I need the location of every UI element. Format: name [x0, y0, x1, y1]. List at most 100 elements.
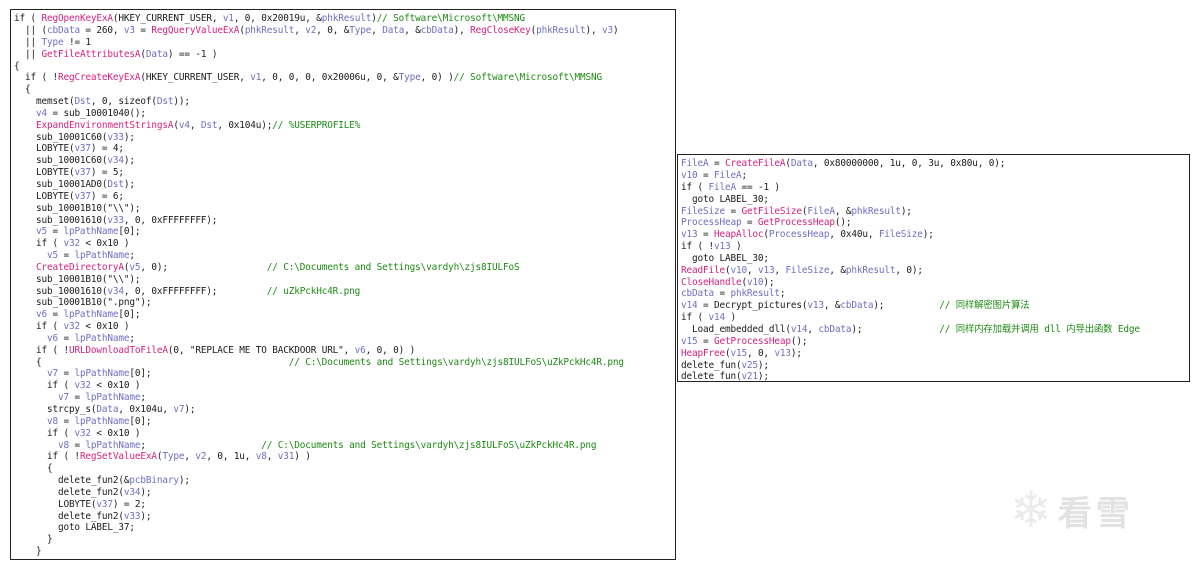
- code-token: );: [763, 276, 775, 288]
- code-line: sub_10001AD0(Dst);: [14, 179, 675, 191]
- variable-token: v13: [681, 229, 698, 241]
- code-token: , &: [404, 25, 421, 36]
- code-token: ;: [741, 170, 747, 181]
- code-line: if ( !RegSetValueExA(Type, v2, 0, 1u, v8…: [14, 451, 675, 463]
- code-line: if ( FileA == -1 ): [681, 182, 1189, 194]
- variable-token: Data: [96, 404, 119, 415]
- code-line: sub_10001C60(v34);: [14, 155, 675, 167]
- comment-token: // Software\Microsoft\MMSNG: [376, 13, 526, 24]
- code-token: , 0, sizeof(: [90, 96, 157, 108]
- variable-token: v37: [74, 190, 91, 202]
- code-line: delete_fun(v25);: [681, 360, 1189, 372]
- code-token: delete_fun(: [681, 359, 742, 371]
- code-token: delete_fun2(: [14, 486, 124, 498]
- code-line: v7 = lpPathName[0];: [14, 368, 675, 380]
- code-token: LOBYTE(: [14, 190, 75, 202]
- api-call-token: RegOpenKeyExA: [41, 13, 113, 24]
- api-call-token: RegQueryValueExA: [151, 25, 240, 36]
- code-token: delete_fun2(: [14, 510, 124, 522]
- variable-token: lpPathName: [74, 415, 130, 427]
- code-token: );: [900, 205, 912, 217]
- code-token: , &: [834, 205, 852, 217]
- variable-token: lpPathName: [63, 226, 119, 238]
- code-line: sub_10001610(v34, 0, 0xFFFFFFFF); // uZk…: [14, 286, 675, 298]
- code-token: || (: [14, 25, 47, 36]
- code-token: goto LABEL_30;: [681, 252, 769, 264]
- code-token: , 0) ): [420, 72, 454, 84]
- api-call-token: ExpandEnvironmentStringsA: [14, 119, 174, 131]
- variable-token: Type: [349, 25, 372, 36]
- watermark-text: 看雪: [1057, 493, 1134, 534]
- code-line: if ( RegOpenKeyExA(HKEY_CURRENT_USER, v1…: [14, 13, 675, 25]
- variable-token: v31: [277, 451, 295, 463]
- code-token: ;: [140, 392, 146, 404]
- variable-token: cbData: [420, 25, 454, 36]
- code-token: , 0, 0x20019u, &: [233, 13, 322, 24]
- code-token: if (: [14, 238, 64, 250]
- code-token: , 0x104u,: [118, 404, 174, 415]
- code-token: );: [123, 178, 135, 190]
- code-token: =: [57, 250, 75, 262]
- variable-token: v4: [178, 119, 190, 131]
- api-call-token: GetFileSize: [741, 205, 802, 217]
- variable-token: v15: [681, 335, 698, 347]
- variable-token: Data: [145, 48, 168, 60]
- variable-token: v34: [123, 486, 141, 498]
- api-call-token: CloseHandle: [681, 276, 742, 288]
- variable-token: v32: [74, 380, 91, 392]
- code-line: sub_10001B10(".png");: [14, 297, 675, 309]
- code-token: goto LABEL_30;: [681, 193, 769, 205]
- variable-token: v1: [250, 72, 262, 84]
- code-token: , 0, 1u,: [206, 451, 256, 463]
- variable-token: Dst: [74, 96, 91, 108]
- api-call-token: GetFileAttributesA: [41, 48, 141, 60]
- code-token: sub_10001AD0(: [14, 178, 108, 190]
- code-token: ,: [184, 451, 196, 463]
- variable-token: v34: [107, 285, 124, 297]
- variable-token: v33: [107, 131, 124, 143]
- code-token: {: [14, 60, 20, 72]
- variable-token: phkResult: [851, 205, 901, 217]
- variable-token: v13: [757, 264, 775, 276]
- code-token: < 0x10 ): [79, 321, 130, 333]
- variable-token: v10: [730, 264, 747, 276]
- code-token: );: [922, 229, 934, 241]
- code-token: (HKEY_CURRENT_USER,: [112, 13, 223, 24]
- variable-token: cbData: [46, 25, 80, 36]
- variable-token: v2: [305, 25, 317, 36]
- variable-token: v5: [14, 226, 47, 238]
- code-token: sub_10001C60(: [14, 155, 108, 167]
- code-token: ;: [129, 250, 135, 262]
- code-token: , 0, 0) ): [365, 344, 416, 356]
- code-token: ,: [294, 25, 306, 36]
- code-line: memset(Dst, 0, sizeof(Dst));: [14, 96, 675, 108]
- comment-token: // C:\Documents and Settings\vardyh\zjs8…: [261, 439, 597, 451]
- code-token: =: [134, 25, 152, 36]
- code-line: goto LABEL_30;: [681, 253, 1189, 265]
- variable-token: v8: [255, 451, 267, 463]
- variable-token: phkResult: [536, 25, 586, 36]
- code-token: , 0, 0xFFFFFFFF);: [123, 214, 218, 226]
- code-token: ();: [834, 217, 852, 229]
- code-token: }: [14, 534, 53, 546]
- code-token: == -1 ): [735, 181, 780, 193]
- variable-token: v8: [14, 415, 58, 427]
- code-token: =: [46, 309, 64, 321]
- code-token: ): [730, 241, 742, 253]
- code-token: );: [140, 486, 152, 498]
- code-line: sub_10001B10("\\");: [14, 203, 675, 215]
- code-token: {: [14, 356, 289, 368]
- code-token: sub_10001610(: [14, 285, 108, 297]
- code-token: =: [68, 439, 86, 451]
- variable-token: v37: [74, 167, 91, 179]
- code-token: sub_10001B10("\\");: [14, 202, 141, 214]
- variable-token: v3: [602, 25, 614, 36]
- api-call-token: GetProcessHeap: [713, 335, 791, 347]
- code-token: (HKEY_CURRENT_USER,: [140, 72, 251, 84]
- variable-token: v2: [195, 451, 207, 463]
- variable-token: v4: [14, 107, 47, 119]
- code-token: if ( !: [14, 344, 69, 356]
- code-line: if ( v14 ): [681, 312, 1189, 324]
- variable-token: v33: [123, 510, 141, 522]
- variable-token: pcbBinary: [129, 475, 179, 487]
